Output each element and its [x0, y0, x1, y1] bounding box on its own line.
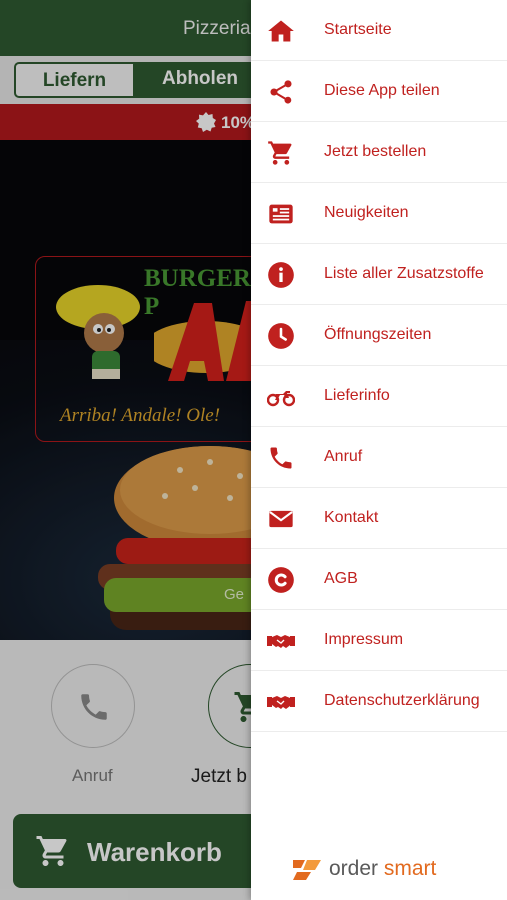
news-icon: [269, 204, 293, 224]
menu-label: Startseite: [324, 21, 392, 38]
clock-icon: [268, 323, 294, 349]
cart-icon: [268, 141, 292, 165]
menu-item-startseite[interactable]: Startseite: [251, 0, 507, 61]
menu-label: Lieferinfo: [324, 387, 390, 404]
copyright-icon: [268, 567, 294, 593]
menu-item-opening-hours[interactable]: Öffnungszeiten: [251, 305, 507, 366]
brand-name: order smart: [329, 857, 437, 880]
menu-item-privacy[interactable]: Datenschutzerklärung: [251, 671, 507, 732]
menu-item-news[interactable]: Neuigkeiten: [251, 183, 507, 244]
order-smart-logo-icon: [293, 860, 321, 880]
menu-item-agb[interactable]: AGB: [251, 549, 507, 610]
motorcycle-icon: [267, 391, 295, 407]
menu-label: Anruf: [324, 448, 363, 465]
navigation-drawer: Startseite Diese App teilen Jetzt bestel…: [251, 0, 507, 900]
share-icon: [270, 80, 292, 104]
menu-item-delivery-info[interactable]: Lieferinfo: [251, 366, 507, 427]
handshake-icon: [267, 696, 295, 709]
menu-label: Diese App teilen: [324, 82, 440, 99]
menu-label: Datenschutzerklärung: [324, 692, 480, 709]
phone-icon: [270, 447, 292, 469]
handshake-icon: [267, 635, 295, 648]
menu-label: Impressum: [324, 631, 404, 648]
home-icon: [268, 20, 294, 42]
menu-item-additives[interactable]: Liste aller Zusatzstoffe: [251, 244, 507, 305]
menu-item-contact[interactable]: Kontakt: [251, 488, 507, 549]
menu-item-call[interactable]: Anruf: [251, 427, 507, 488]
menu-label: AGB: [324, 570, 358, 587]
menu-item-order-now[interactable]: Jetzt bestellen: [251, 122, 507, 183]
menu-label: Kontakt: [324, 509, 379, 526]
menu-label: Liste aller Zusatzstoffe: [324, 265, 484, 282]
envelope-icon: [269, 510, 293, 528]
menu-item-imprint[interactable]: Impressum: [251, 610, 507, 671]
menu-label: Öffnungszeiten: [324, 326, 432, 343]
info-icon: [268, 262, 294, 288]
menu-label: Jetzt bestellen: [324, 143, 427, 160]
menu-label: Neuigkeiten: [324, 204, 409, 221]
menu-item-share-app[interactable]: Diese App teilen: [251, 61, 507, 122]
